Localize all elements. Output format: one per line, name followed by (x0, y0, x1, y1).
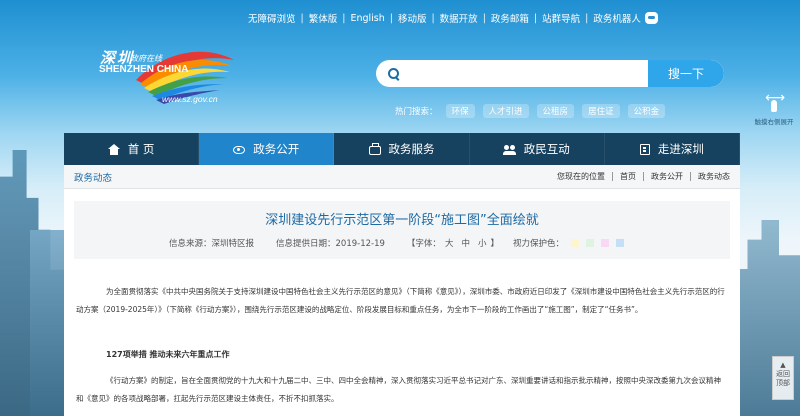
nav-gov-services[interactable]: 政务服务 (334, 133, 470, 165)
top-links-bar: 无障碍浏览 | 繁体版 | English | 移动版 | 数据开放 | 政务邮箱 | 站群… (248, 11, 658, 25)
article-meta: 信息来源：深圳特区报 信息提供日期：2019-12-19 【字体： 大 中 小 … (169, 237, 625, 249)
logo-text-english: SHENZHEN CHINA (99, 64, 189, 75)
toplink-gov-mail[interactable]: 政务邮箱 (491, 11, 529, 25)
search-input[interactable] (404, 60, 648, 87)
hot-search-label: 热门搜索： (395, 107, 438, 117)
robot-icon[interactable] (644, 12, 658, 24)
article-paragraph: 《行动方案》的制定，旨在全面贯彻党的十九大和十九届二中、三中、四中全会精神，深入… (76, 376, 721, 403)
nav-interaction-label: 政民互动 (523, 142, 570, 156)
nav-home-label: 首 页 (127, 142, 155, 156)
logo-url: www.sz.gov.cn (162, 94, 218, 104)
vision-color-label: 视力保护色： (513, 239, 565, 249)
hot-tag-public-housing[interactable]: 公租房 (536, 104, 575, 118)
nav-gov-services-label: 政务服务 (388, 142, 435, 156)
search-icon (376, 60, 404, 87)
article-source: 信息来源：深圳特区报 (169, 239, 255, 249)
toplink-robot[interactable]: 政务机器人 (593, 11, 641, 25)
main-nav: 首 页 政务公开 政务服务 政民互动 走进深圳 (64, 133, 741, 165)
swatch-yellow[interactable] (571, 239, 580, 247)
people-icon (502, 144, 516, 155)
nav-interaction[interactable]: 政民互动 (470, 133, 605, 165)
toplink-open-data[interactable]: 数据开放 (440, 11, 478, 25)
font-small-button[interactable]: 小 (478, 237, 487, 249)
hot-tag-environment[interactable]: 环保 (445, 104, 475, 118)
breadcrumb-gov-affairs[interactable]: 政务公开 (651, 171, 683, 182)
arrow-up-icon: ▲ (780, 361, 786, 369)
toplink-accessibility[interactable]: 无障碍浏览 (248, 11, 296, 25)
back-to-top-label: 返回顶部 (776, 370, 790, 387)
font-large-button[interactable]: 大 (445, 237, 454, 249)
eye-icon (233, 146, 246, 154)
search-button[interactable]: 搜一下 (648, 60, 724, 87)
breadcrumb-gov-news[interactable]: 政务动态 (698, 171, 730, 182)
toplink-mobile[interactable]: 移动版 (398, 11, 427, 25)
section-title: 政务动态 (74, 172, 113, 184)
article-header: 深圳建设先行示范区第一阶段“施工图”全面绘就 信息来源：深圳特区报 信息提供日期… (74, 201, 730, 259)
back-to-top-button[interactable]: ▲ 返回顶部 (772, 356, 794, 400)
side-expand-label: 触摸右侧展开 (754, 118, 794, 126)
article-date: 信息提供日期：2019-12-19 (276, 239, 385, 249)
toplink-english[interactable]: English (350, 13, 384, 24)
nav-gov-affairs[interactable]: 政务公开 (199, 133, 335, 165)
nav-gov-affairs-label: 政务公开 (253, 142, 300, 156)
nav-visit-shenzhen-label: 走进深圳 (657, 142, 704, 156)
breadcrumb: 您现在的位置 首页 政务公开 政务动态 (557, 171, 730, 182)
breadcrumb-location-label: 您现在的位置 (557, 172, 605, 181)
font-size-label: 【字体： (406, 239, 441, 249)
swatch-pink[interactable] (601, 239, 610, 247)
article-paragraph: 为全面贯彻落实《中共中央国务院关于支持深圳建设中国特色社会主义先行示范区的意见》… (76, 287, 725, 314)
article-subheading: 127项举措 推动未来六年重点工作 (106, 350, 230, 359)
building-icon (639, 143, 650, 155)
logo-text-gov-online: 政府在线 (130, 54, 162, 63)
hot-tag-residence-permit[interactable]: 居住证 (582, 104, 620, 118)
toplink-site-nav[interactable]: 站群导航 (542, 11, 580, 25)
search-bar: 搜一下 (376, 60, 724, 87)
nav-visit-shenzhen[interactable]: 走进深圳 (605, 133, 741, 165)
breadcrumb-bar: 政务动态 您现在的位置 首页 政务公开 政务动态 (64, 165, 740, 189)
side-expand-handle[interactable]: 触摸右侧展开 (754, 90, 794, 126)
briefcase-icon (368, 142, 381, 155)
nav-home[interactable]: 首 页 (64, 133, 200, 165)
swatch-blue[interactable] (616, 239, 625, 247)
hand-swipe-icon (764, 90, 785, 114)
hot-tag-housing-fund[interactable]: 公积金 (627, 104, 666, 118)
font-size-end: 】 (490, 239, 499, 249)
breadcrumb-home[interactable]: 首页 (620, 171, 636, 182)
home-icon (107, 143, 120, 155)
font-medium-button[interactable]: 中 (461, 237, 470, 249)
article-title: 深圳建设先行示范区第一阶段“施工图”全面绘就 (265, 213, 539, 228)
swatch-green[interactable] (586, 239, 595, 247)
hot-search: 热门搜索： 环保 人才引进 公租房 居住证 公积金 (395, 104, 666, 118)
article-panel: 深圳建设先行示范区第一阶段“施工图”全面绘就 信息来源：深圳特区报 信息提供日期… (64, 189, 740, 416)
hot-tag-talent[interactable]: 人才引进 (482, 104, 529, 118)
toplink-traditional[interactable]: 繁体版 (309, 11, 338, 25)
